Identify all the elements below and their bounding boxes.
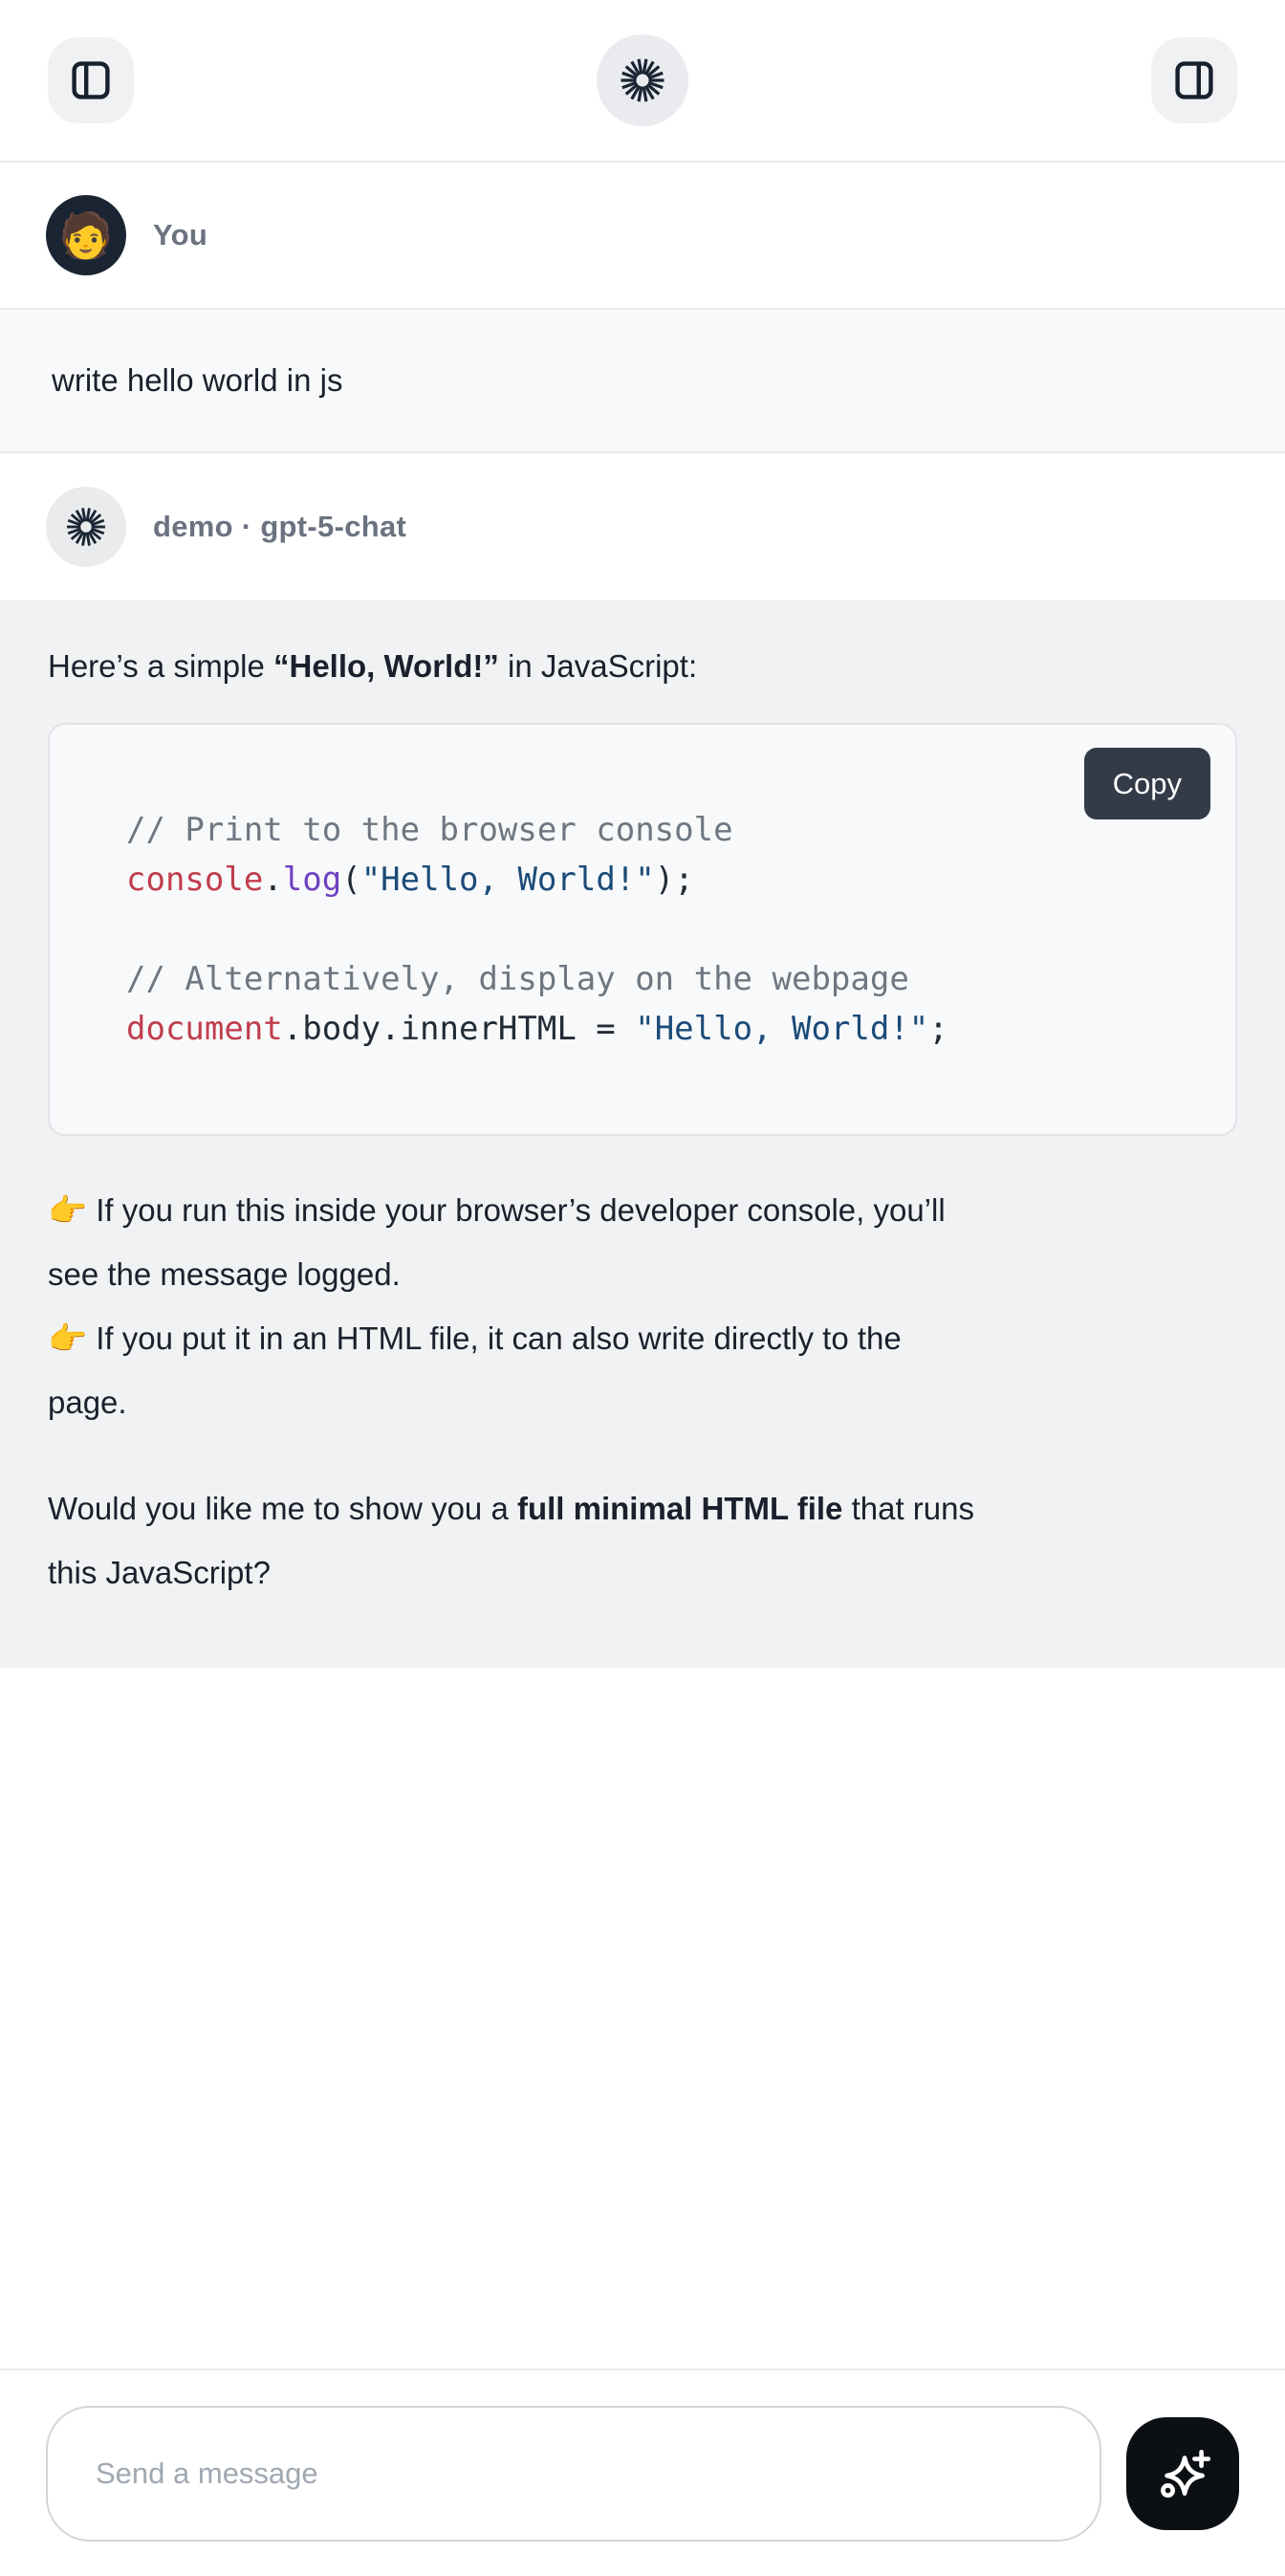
- code-line: // Alternatively, display on the webpage: [126, 954, 1159, 1004]
- starburst-icon: [618, 55, 667, 105]
- assistant-tips-text: 👉 If you run this inside your browser’s …: [48, 1178, 1237, 1434]
- user-message-text: write hello world in js: [52, 362, 342, 399]
- copy-code-button[interactable]: Copy: [1084, 748, 1210, 819]
- chat-app: 🧑 You write hello world in js demo · gpt…: [0, 0, 1285, 2576]
- code-line: console.log("Hello, World!");: [126, 855, 1159, 905]
- intro-bold: “Hello, World!”: [273, 648, 499, 684]
- assistant-intro-text: Here’s a simple “Hello, World!” in JavaS…: [48, 635, 1237, 698]
- app-logo-button[interactable]: [597, 34, 688, 126]
- code-line: [126, 905, 1159, 954]
- intro-post: in JavaScript:: [499, 648, 697, 684]
- toggle-right-panel-button[interactable]: [1151, 37, 1237, 123]
- assistant-question-text: Would you like me to show you a full min…: [48, 1476, 1237, 1605]
- question-bold: full minimal HTML file: [517, 1491, 842, 1526]
- code-content: // Print to the browser consoleconsole.l…: [126, 805, 1159, 1054]
- composer-bar: [0, 2369, 1285, 2576]
- starburst-icon: [64, 505, 108, 549]
- intro-pre: Here’s a simple: [48, 648, 273, 684]
- user-sender-label: You: [153, 218, 207, 252]
- person-emoji-icon: 🧑: [58, 213, 113, 257]
- user-avatar: 🧑: [46, 195, 126, 275]
- assistant-sender-label: demo · gpt-5-chat: [153, 510, 406, 544]
- code-line: document.body.innerHTML = "Hello, World!…: [126, 1004, 1159, 1054]
- toggle-left-panel-button[interactable]: [48, 37, 134, 123]
- new-message-sparkles-button[interactable]: [1126, 2417, 1239, 2530]
- panel-right-icon: [1171, 57, 1217, 103]
- message-input[interactable]: [46, 2406, 1101, 2542]
- top-bar: [0, 0, 1285, 163]
- question-pre: Would you like me to show you a: [48, 1491, 517, 1526]
- code-line: // Print to the browser console: [126, 805, 1159, 855]
- assistant-message-header: demo · gpt-5-chat: [0, 453, 1285, 600]
- panel-left-icon: [68, 57, 114, 103]
- code-block: Copy // Print to the browser consolecons…: [48, 723, 1237, 1136]
- sparkles-icon: [1151, 2442, 1214, 2505]
- user-message-header: 🧑 You: [0, 163, 1285, 308]
- user-message: write hello world in js: [0, 308, 1285, 453]
- assistant-message: Here’s a simple “Hello, World!” in JavaS…: [0, 600, 1285, 1668]
- assistant-avatar: [46, 487, 126, 567]
